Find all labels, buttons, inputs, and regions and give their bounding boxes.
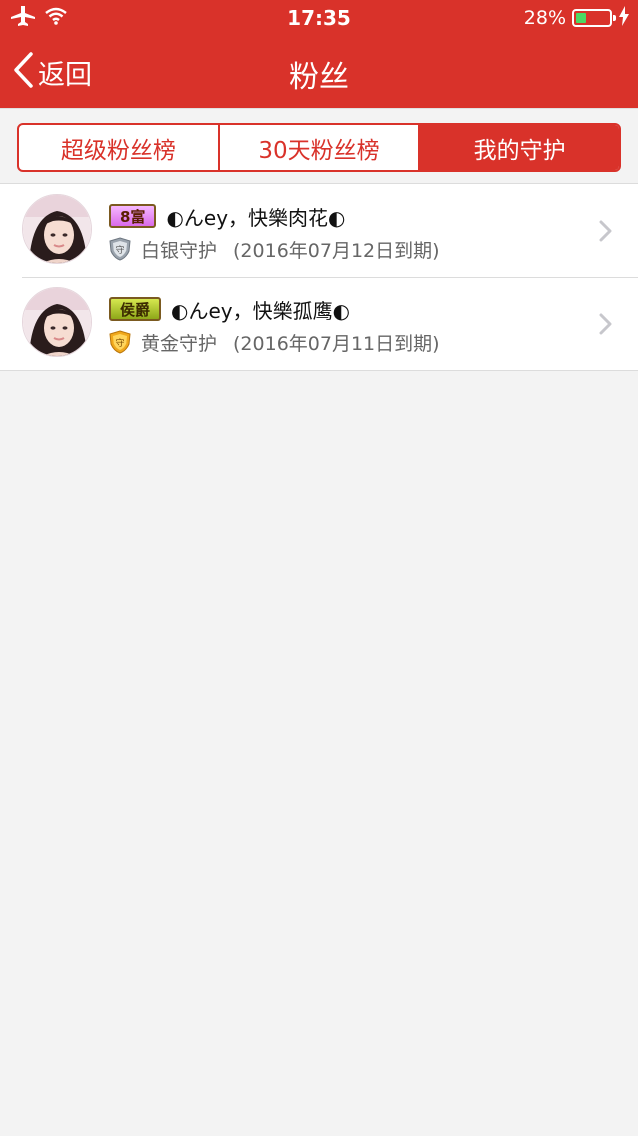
chevron-right-icon (598, 220, 614, 242)
guard-info-line: 守 黄金守护 (2016年07月11日到期) (109, 329, 440, 355)
shield-glyph: 守 (115, 337, 124, 349)
guard-info-line: 守 白银守护 (2016年07月12日到期) (109, 236, 440, 262)
shield-glyph: 守 (115, 244, 124, 256)
nickname: ◐んey，快樂肉花◐ (166, 205, 346, 230)
status-right: 28% (524, 5, 630, 31)
list-item[interactable]: 8富 ◐んey，快樂肉花◐ 守 白银守护 (2016年07月12日到期) (0, 184, 638, 277)
guard-type: 黄金守护 (141, 332, 218, 355)
guard-list: 8富 ◐んey，快樂肉花◐ 守 白银守护 (2016年07月12日到期) 侯爵 … (0, 183, 638, 371)
list-item[interactable]: 侯爵 ◐んey，快樂孤鹰◐ 守 黄金守护 (2016年07月11日到期) (0, 277, 638, 370)
chevron-right-icon (598, 313, 614, 335)
battery-tip (613, 15, 616, 21)
silver-shield-icon: 守 (109, 237, 131, 261)
tab-super-fans[interactable]: 超级粉丝榜 (19, 125, 218, 170)
charging-bolt-icon (618, 5, 630, 31)
tab-bar-container: 超级粉丝榜 30天粉丝榜 我的守护 (0, 108, 638, 183)
avatar (22, 287, 92, 357)
tab-my-guards[interactable]: 我的守护 (418, 125, 619, 170)
guard-name-line: 侯爵 ◐んey，快樂孤鹰◐ (109, 296, 351, 323)
avatar (22, 194, 92, 264)
expiry-date: (2016年07月12日到期) (233, 239, 440, 262)
expiry-date: (2016年07月11日到期) (233, 332, 440, 355)
battery-level (576, 13, 587, 23)
gold-shield-icon: 守 (109, 330, 131, 354)
guard-name-line: 8富 ◐んey，快樂肉花◐ (109, 203, 346, 230)
battery-percent: 28% (523, 7, 566, 29)
page-title: 粉丝 (289, 60, 349, 95)
nickname: ◐んey，快樂孤鹰◐ (171, 298, 351, 323)
nav-bar: 返回 粉丝 (0, 36, 638, 108)
header: 17:35 28% 返回 粉丝 (0, 0, 638, 108)
tab-30-day-fans[interactable]: 30天粉丝榜 (217, 125, 419, 170)
rich-level-badge: 8富 (109, 204, 157, 228)
noble-rank-badge: 侯爵 (109, 297, 162, 321)
battery-icon (572, 9, 616, 27)
guard-type: 白银守护 (141, 239, 218, 262)
status-bar: 17:35 28% (0, 0, 638, 36)
segmented-control: 超级粉丝榜 30天粉丝榜 我的守护 (17, 123, 621, 172)
